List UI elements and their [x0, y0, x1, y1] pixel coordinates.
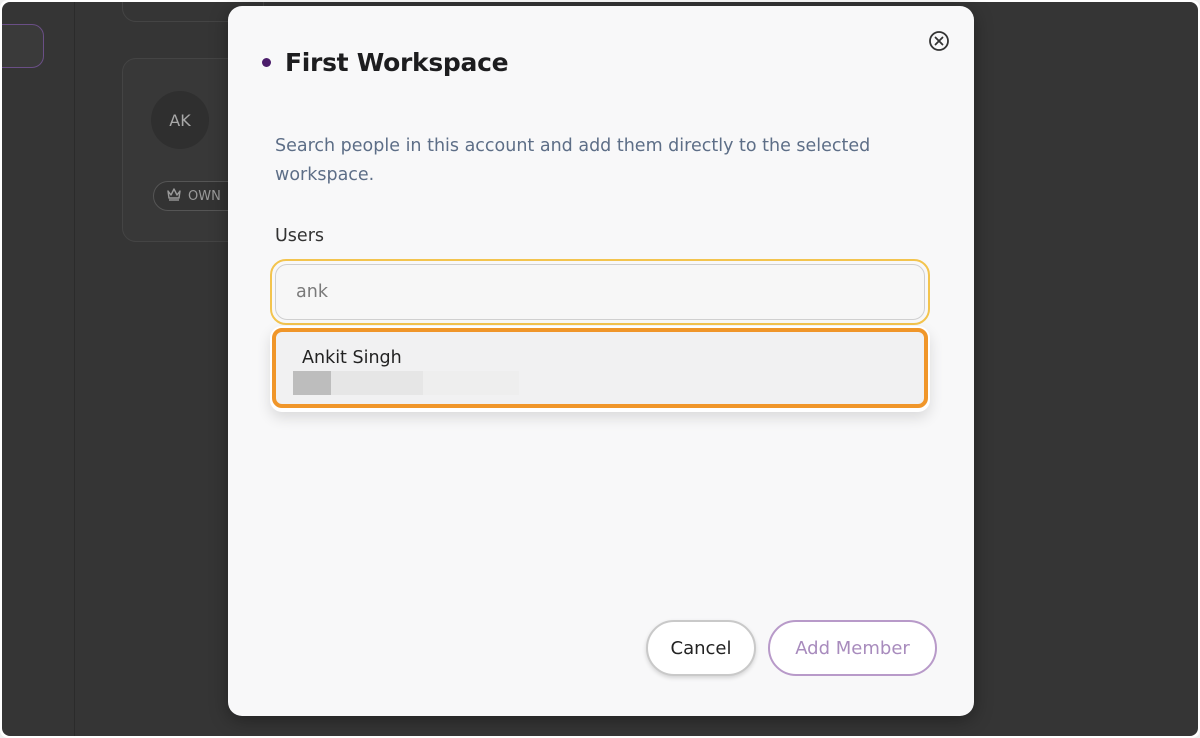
add-member-dialog: First Workspace Search people in this ac… — [228, 6, 974, 716]
avatar-initials: AK — [169, 110, 191, 130]
cancel-button[interactable]: Cancel — [646, 620, 756, 676]
workspace-dot-icon — [262, 58, 271, 67]
sidebar-divider — [74, 2, 75, 736]
background-button — [2, 24, 44, 68]
dialog-header: First Workspace — [262, 48, 509, 77]
user-search-input[interactable] — [275, 264, 925, 320]
close-circle-icon — [929, 31, 949, 51]
users-label: Users — [275, 226, 325, 246]
user-result-item[interactable]: Ankit Singh — [272, 328, 928, 408]
role-badge-label: OWN — [188, 188, 221, 204]
close-button[interactable] — [928, 30, 950, 52]
dialog-title: First Workspace — [285, 48, 509, 77]
screen: AK OWN First Workspace Search people in … — [0, 0, 1200, 738]
search-field-focus-ring — [270, 259, 930, 325]
user-result-name: Ankit Singh — [302, 348, 402, 368]
add-member-button[interactable]: Add Member — [768, 620, 937, 676]
crown-icon — [166, 187, 182, 205]
avatar: AK — [151, 91, 209, 149]
user-search-results: Ankit Singh — [270, 326, 930, 412]
user-result-email-redacted — [293, 371, 519, 395]
dialog-description: Search people in this account and add th… — [275, 136, 871, 185]
